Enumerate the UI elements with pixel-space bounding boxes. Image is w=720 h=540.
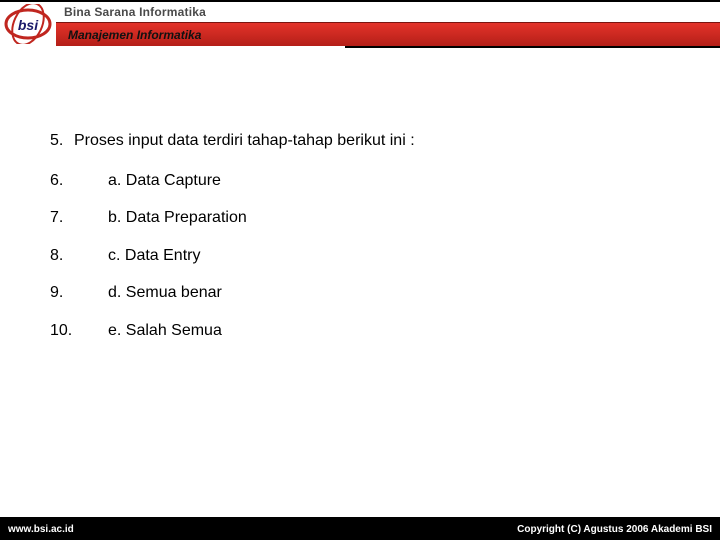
header-titles: Bina Sarana Informatika Manajemen Inform… — [56, 2, 720, 46]
header-underline — [345, 46, 720, 48]
footer-right: Copyright (C) Agustus 2006 Akademi BSI — [517, 524, 712, 535]
footer-left: www.bsi.ac.id — [8, 524, 74, 535]
dept-name: Manajemen Informatika — [56, 22, 720, 46]
option-text: d. Semua benar — [108, 284, 222, 302]
question-number: 5. — [50, 132, 74, 150]
option-row: 9. d. Semua benar — [50, 284, 415, 302]
option-number: 6. — [50, 172, 108, 190]
option-row: 10. e. Salah Semua — [50, 322, 415, 340]
slide-header: bsi Bina Sarana Informatika Manajemen In… — [0, 0, 720, 46]
svg-text:bsi: bsi — [18, 17, 39, 33]
option-row: 7. b. Data Preparation — [50, 209, 415, 227]
option-text: e. Salah Semua — [108, 322, 222, 340]
option-row: 8. c. Data Entry — [50, 247, 415, 265]
option-number: 9. — [50, 284, 108, 302]
slide-footer: www.bsi.ac.id Copyright (C) Agustus 2006… — [0, 519, 720, 540]
question-row: 5. Proses input data terdiri tahap-tahap… — [50, 132, 415, 150]
option-number: 7. — [50, 209, 108, 227]
option-text: c. Data Entry — [108, 247, 200, 265]
org-name: Bina Sarana Informatika — [56, 2, 720, 22]
option-number: 8. — [50, 247, 108, 265]
slide-body: 5. Proses input data terdiri tahap-tahap… — [50, 132, 415, 360]
option-row: 6. a. Data Capture — [50, 172, 415, 190]
question-text: Proses input data terdiri tahap-tahap be… — [74, 132, 415, 150]
option-text: b. Data Preparation — [108, 209, 247, 227]
option-number: 10. — [50, 322, 108, 340]
option-text: a. Data Capture — [108, 172, 221, 190]
bsi-logo: bsi — [0, 2, 56, 46]
